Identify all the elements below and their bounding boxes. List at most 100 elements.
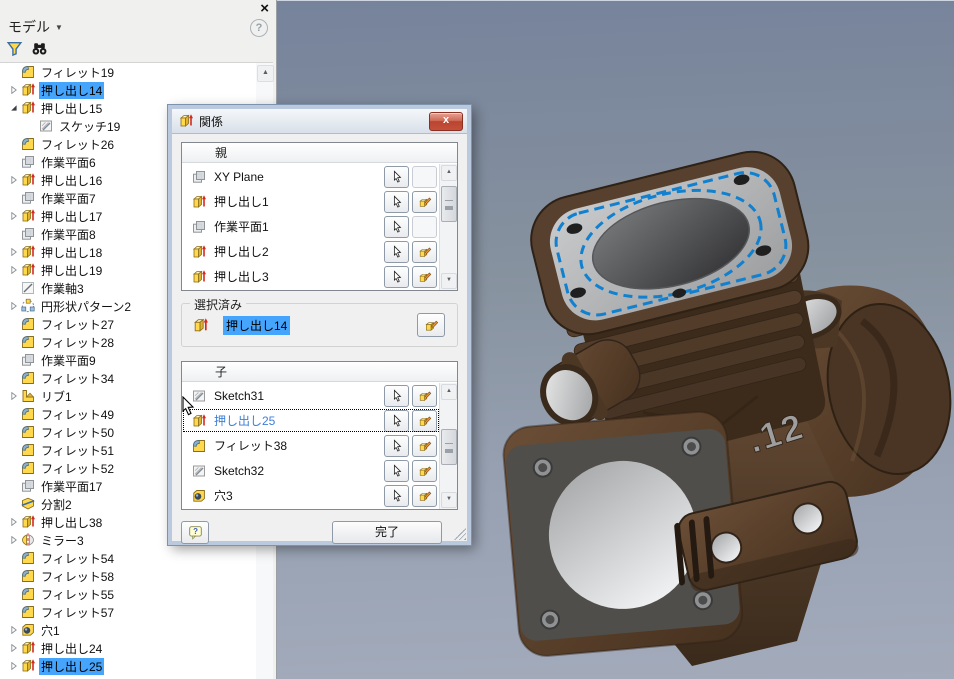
- relation-row[interactable]: Sketch31: [182, 383, 440, 408]
- tree-item-label[interactable]: 押し出し38: [39, 514, 104, 531]
- select-in-window-button[interactable]: [384, 484, 409, 507]
- tree-item-label[interactable]: フィレット34: [39, 370, 116, 387]
- relation-row-label[interactable]: 押し出し3: [214, 268, 384, 285]
- select-in-window-button[interactable]: [384, 190, 409, 213]
- scroll-up-icon[interactable]: ▲: [441, 165, 457, 181]
- tree-item-label[interactable]: フィレット19: [39, 64, 116, 81]
- tree-item-label[interactable]: 押し出し24: [39, 640, 104, 657]
- edit-feature-button[interactable]: [412, 240, 437, 263]
- tree-item[interactable]: 押し出し25: [0, 657, 256, 675]
- tree-item-label[interactable]: 分割2: [39, 496, 74, 513]
- tree-item-label[interactable]: 作業平面7: [39, 190, 98, 207]
- tree-expand-icon[interactable]: [8, 624, 20, 636]
- relation-row[interactable]: 押し出し1: [182, 189, 440, 214]
- tree-item-label[interactable]: フィレット49: [39, 406, 116, 423]
- tree-expand-icon[interactable]: [8, 390, 20, 402]
- edit-feature-button[interactable]: [412, 434, 437, 457]
- tree-item[interactable]: 押し出し24: [0, 639, 256, 657]
- tree-item-label[interactable]: 作業平面8: [39, 226, 98, 243]
- tree-item-label[interactable]: 押し出し16: [39, 172, 104, 189]
- relation-row[interactable]: 押し出し3: [182, 264, 440, 289]
- tree-item-label[interactable]: 押し出し19: [39, 262, 104, 279]
- scroll-down-icon[interactable]: ▼: [441, 492, 457, 508]
- tree-item-label[interactable]: 穴1: [39, 622, 62, 639]
- tree-item-label[interactable]: 押し出し17: [39, 208, 104, 225]
- selected-feature-label[interactable]: 押し出し14: [223, 315, 291, 335]
- tree-item-label[interactable]: フィレット50: [39, 424, 116, 441]
- tree-expand-icon[interactable]: [8, 300, 20, 312]
- tree-item[interactable]: 押し出し14: [0, 81, 256, 99]
- tree-item-label[interactable]: 押し出し15: [39, 100, 104, 117]
- scroll-down-icon[interactable]: ▼: [441, 273, 457, 289]
- tree-item[interactable]: フィレット58: [0, 567, 256, 585]
- tree-item-label[interactable]: ミラー3: [39, 532, 86, 549]
- relation-row-label[interactable]: 押し出し25: [214, 412, 384, 429]
- tree-item-label[interactable]: 作業平面17: [39, 478, 104, 495]
- edit-feature-button[interactable]: [412, 265, 437, 288]
- select-in-window-button[interactable]: [384, 240, 409, 263]
- tree-item-label[interactable]: 押し出し25: [39, 657, 105, 675]
- relation-row-label[interactable]: Sketch31: [214, 389, 384, 403]
- dialog-titlebar[interactable]: 関係 x: [172, 109, 467, 134]
- relation-row[interactable]: 押し出し2: [182, 239, 440, 264]
- panel-title[interactable]: モデル: [8, 17, 50, 37]
- edit-feature-button[interactable]: [412, 484, 437, 507]
- scroll-up-icon[interactable]: ▲: [441, 384, 457, 400]
- tree-item[interactable]: 穴1: [0, 621, 256, 639]
- scroll-up-icon[interactable]: ▲: [257, 65, 274, 82]
- panel-help-icon[interactable]: ?: [250, 19, 268, 37]
- select-in-window-button[interactable]: [384, 409, 409, 432]
- tree-expand-icon[interactable]: [8, 660, 20, 672]
- filter-icon[interactable]: [6, 40, 23, 57]
- dialog-close-button[interactable]: x: [429, 111, 463, 131]
- relation-row-label[interactable]: XY Plane: [214, 170, 384, 184]
- tree-item-label[interactable]: フィレット52: [39, 460, 116, 477]
- tree-item-label[interactable]: フィレット55: [39, 586, 116, 603]
- relation-row[interactable]: Sketch32: [182, 458, 440, 483]
- tree-item-label[interactable]: 押し出し18: [39, 244, 104, 261]
- parents-scrollbar[interactable]: ▲ ▼: [439, 164, 457, 290]
- resize-grip[interactable]: [454, 528, 466, 540]
- select-in-window-button[interactable]: [384, 384, 409, 407]
- relation-row[interactable]: フィレット38: [182, 433, 440, 458]
- select-in-window-button[interactable]: [384, 215, 409, 238]
- search-binoculars-icon[interactable]: [31, 40, 48, 57]
- relation-row-label[interactable]: 押し出し2: [214, 243, 384, 260]
- relation-row-label[interactable]: 作業平面1: [214, 218, 384, 235]
- edit-feature-button[interactable]: [412, 190, 437, 213]
- tree-expand-icon[interactable]: [8, 102, 20, 114]
- tree-expand-icon[interactable]: [8, 210, 20, 222]
- tree-expand-icon[interactable]: [8, 264, 20, 276]
- tree-item-label[interactable]: 円形状パターン2: [39, 298, 133, 315]
- tree-item-label[interactable]: 押し出し14: [39, 81, 105, 99]
- tree-item-label[interactable]: フィレット57: [39, 604, 116, 621]
- relation-row[interactable]: XY Plane: [182, 164, 440, 189]
- relation-row-label[interactable]: 押し出し1: [214, 193, 384, 210]
- tree-expand-icon[interactable]: [8, 642, 20, 654]
- tree-item-label[interactable]: 作業平面9: [39, 352, 98, 369]
- select-in-window-button[interactable]: [384, 265, 409, 288]
- edit-feature-button[interactable]: [412, 384, 437, 407]
- tree-item[interactable]: フィレット54: [0, 549, 256, 567]
- tree-item-label[interactable]: リブ1: [39, 388, 74, 405]
- relation-row-label[interactable]: Sketch32: [214, 464, 384, 478]
- tree-item-label[interactable]: フィレット26: [39, 136, 116, 153]
- chevron-down-icon[interactable]: ▼: [55, 23, 63, 32]
- scrollbar-thumb[interactable]: [441, 429, 457, 465]
- tree-expand-icon[interactable]: [8, 534, 20, 546]
- tree-item-label[interactable]: 作業平面6: [39, 154, 98, 171]
- tree-item-label[interactable]: スケッチ19: [57, 118, 122, 135]
- done-button[interactable]: 完了: [332, 521, 442, 544]
- relation-row[interactable]: 穴3: [182, 483, 440, 508]
- edit-feature-button[interactable]: [412, 459, 437, 482]
- tree-item-label[interactable]: フィレット54: [39, 550, 116, 567]
- tree-item-label[interactable]: フィレット28: [39, 334, 116, 351]
- scrollbar-thumb[interactable]: [441, 186, 457, 222]
- tree-expand-icon[interactable]: [8, 516, 20, 528]
- tree-item[interactable]: フィレット57: [0, 603, 256, 621]
- select-in-window-button[interactable]: [384, 165, 409, 188]
- select-in-window-button[interactable]: [384, 434, 409, 457]
- select-in-window-button[interactable]: [384, 459, 409, 482]
- relation-row[interactable]: 押し出し25: [182, 408, 440, 433]
- tree-item[interactable]: フィレット55: [0, 585, 256, 603]
